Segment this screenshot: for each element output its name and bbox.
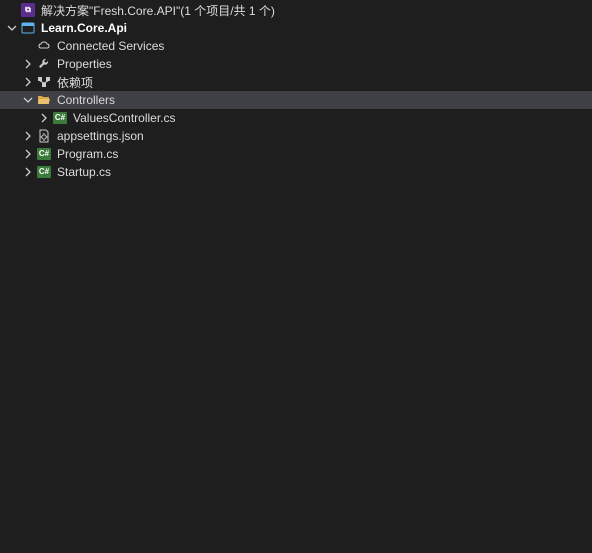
controllers-label: Controllers [57,93,115,107]
connected-services-label: Connected Services [57,39,164,53]
expander-open-icon[interactable] [4,20,20,36]
startup-label: Startup.cs [57,165,111,179]
connected-services-node[interactable]: Connected Services [0,37,592,55]
properties-node[interactable]: Properties [0,55,592,73]
expander-closed-icon[interactable] [20,164,36,180]
values-controller-label: ValuesController.cs [73,111,176,125]
values-controller-file-node[interactable]: C# ValuesController.cs [0,109,592,127]
blank-expander [4,2,20,18]
appsettings-file-node[interactable]: appsettings.json [0,127,592,145]
project-node[interactable]: Learn.Core.Api [0,19,592,37]
program-label: Program.cs [57,147,118,161]
folder-open-icon [36,92,52,108]
controllers-folder-node[interactable]: Controllers [0,91,592,109]
expander-open-icon[interactable] [20,92,36,108]
program-file-node[interactable]: C# Program.cs [0,145,592,163]
csharp-file-icon: C# [36,164,52,180]
csharp-file-icon: C# [52,110,68,126]
properties-label: Properties [57,57,112,71]
dependencies-label: 依赖项 [57,74,93,91]
solution-label: 解决方案"Fresh.Core.API"(1 个项目/共 1 个) [41,2,275,19]
csharp-file-icon: C# [36,146,52,162]
json-settings-icon [36,128,52,144]
dependencies-node[interactable]: 依赖项 [0,73,592,91]
startup-file-node[interactable]: C# Startup.cs [0,163,592,181]
csharp-project-icon [20,20,36,36]
expander-closed-icon[interactable] [20,74,36,90]
solution-explorer: ⧉ 解决方案"Fresh.Core.API"(1 个项目/共 1 个) Lear… [0,0,592,553]
expander-closed-icon[interactable] [20,128,36,144]
dependencies-icon [36,74,52,90]
expander-closed-icon[interactable] [20,56,36,72]
project-label: Learn.Core.Api [41,21,127,35]
expander-closed-icon[interactable] [36,110,52,126]
wrench-icon [36,56,52,72]
blank-expander [20,38,36,54]
vs-solution-icon: ⧉ [20,2,36,18]
expander-closed-icon[interactable] [20,146,36,162]
solution-node[interactable]: ⧉ 解决方案"Fresh.Core.API"(1 个项目/共 1 个) [0,0,592,19]
appsettings-label: appsettings.json [57,129,144,143]
cloud-icon [36,38,52,54]
